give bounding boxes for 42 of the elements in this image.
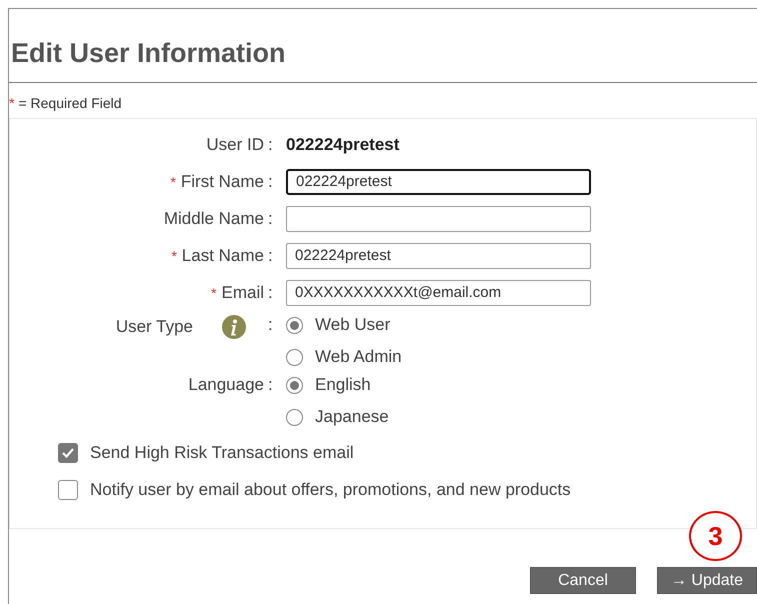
required-marker: * <box>211 284 216 300</box>
text-field[interactable]: 022224pretest <box>286 242 591 268</box>
radio-button[interactable] <box>286 376 303 394</box>
label-colon: : <box>268 172 273 192</box>
radio-button[interactable] <box>286 348 303 366</box>
checkbox-label[interactable]: Notify user by email about offers, promotions, and new products <box>90 480 571 500</box>
cancel-button[interactable]: Cancel <box>530 567 636 594</box>
field-label: Last Name <box>182 246 264 266</box>
radio-button[interactable] <box>286 408 303 426</box>
radio-label[interactable]: Japanese <box>315 407 389 427</box>
label-colon: : <box>268 208 273 228</box>
field-label: First Name <box>180 172 264 192</box>
required-marker: * <box>171 248 177 264</box>
label-colon: : <box>268 314 273 335</box>
text-field[interactable]: 022224pretest <box>286 168 591 194</box>
info-icon[interactable] <box>222 315 246 339</box>
field-label: Language <box>188 375 264 395</box>
radio-label[interactable]: Web User <box>315 315 390 335</box>
update-button[interactable]: → Update <box>657 567 757 594</box>
step-number-badge: 3 <box>689 511 742 561</box>
required-marker: * <box>9 94 14 110</box>
check-icon <box>61 446 75 460</box>
radio-label[interactable]: English <box>315 375 371 395</box>
checkbox[interactable] <box>58 480 78 500</box>
required-marker: * <box>170 174 176 190</box>
label-colon: : <box>268 374 273 395</box>
label-colon: : <box>268 282 273 302</box>
page-title: Edit User Information <box>10 37 287 70</box>
label-colon: : <box>268 134 273 154</box>
field-label: User ID <box>206 134 264 154</box>
checkbox-label[interactable]: Send High Risk Transactions email <box>90 443 354 463</box>
radio-label[interactable]: Web Admin <box>315 347 402 367</box>
user-id-value: 022224pretest <box>286 134 400 154</box>
text-field[interactable]: 0XXXXXXXXXXXt@email.com <box>286 280 591 306</box>
label-colon: : <box>268 246 273 266</box>
text-field[interactable] <box>286 206 591 232</box>
checkbox[interactable] <box>58 443 78 463</box>
field-label: User Type <box>116 317 193 337</box>
radio-button[interactable] <box>286 316 303 334</box>
field-label: Middle Name <box>164 208 264 228</box>
required-note: = Required Field <box>18 94 122 110</box>
field-label: Email <box>221 282 264 302</box>
